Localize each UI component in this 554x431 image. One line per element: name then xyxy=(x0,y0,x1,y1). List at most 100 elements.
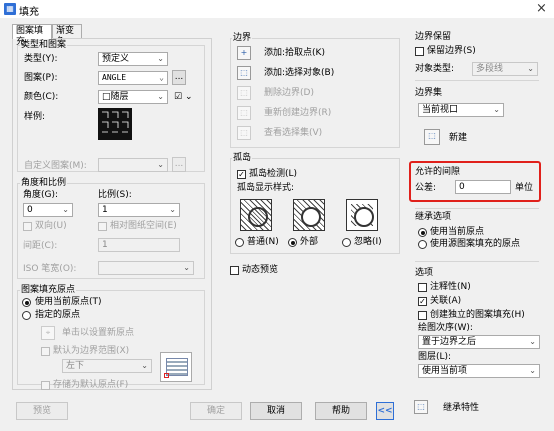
angle-select[interactable]: 0 ⌄ xyxy=(23,203,73,217)
outer-style-radio[interactable] xyxy=(288,238,297,247)
associative-label: 关联(A) xyxy=(430,296,462,306)
islands-label: 孤岛 xyxy=(232,153,253,163)
relative-paperspace-label: 相对图纸空间(E) xyxy=(110,221,177,231)
island-style-label: 孤岛显示样式: xyxy=(237,183,295,193)
store-default-origin-checkbox[interactable] xyxy=(41,381,50,390)
draw-order-label: 绘图次序(W): xyxy=(418,323,473,333)
collapse-button[interactable]: << xyxy=(376,402,394,420)
close-icon[interactable]: × xyxy=(536,1,547,16)
tab-hatch[interactable]: 图案填充 xyxy=(12,24,52,47)
store-default-origin-label: 存储为默认原点(F) xyxy=(53,380,129,390)
pattern-label: 图案(P): xyxy=(24,73,58,83)
scale-select[interactable]: 1 ⌄ xyxy=(98,203,180,217)
inherit-properties-icon[interactable]: ⬚ xyxy=(414,400,428,414)
recreate-boundary-icon[interactable]: ⬚ xyxy=(237,106,251,120)
angle-label: 角度(G): xyxy=(23,190,59,200)
hatch-app-icon: ▦ xyxy=(4,3,16,15)
iso-pen-width-label: ISO 笔宽(O): xyxy=(23,264,77,274)
normal-style-icon[interactable] xyxy=(240,199,272,231)
layer-select[interactable]: 使用当前项 ⌄ xyxy=(418,364,540,378)
chevron-down-icon: ⌄ xyxy=(529,337,536,346)
view-selection-button[interactable]: 查看选择集(V) xyxy=(264,128,322,139)
chevron-down-icon: ⌄ xyxy=(169,205,176,214)
dynamic-preview-label: 动态预览 xyxy=(242,265,279,275)
separate-hatches-checkbox[interactable] xyxy=(418,311,427,320)
layer-label: 图层(L): xyxy=(418,352,452,362)
ignore-style-icon[interactable] xyxy=(346,199,378,231)
separate-hatches-label: 创建独立的图案填充(H) xyxy=(430,310,525,320)
inherit-current-origin-radio[interactable] xyxy=(418,228,427,237)
dynamic-preview-checkbox[interactable] xyxy=(230,266,239,275)
tab-gradient[interactable]: 渐变色 xyxy=(52,24,82,47)
options-label: 选项 xyxy=(415,268,434,278)
add-pick-points-button[interactable]: 添加:拾取点(K) xyxy=(264,48,325,59)
select-objects-icon[interactable]: ⬚ xyxy=(237,66,251,80)
use-current-origin-label: 使用当前原点(T) xyxy=(35,297,102,307)
type-select[interactable]: 预定义 ⌄ xyxy=(98,52,168,66)
new-boundary-set-button[interactable]: 新建 xyxy=(449,133,467,144)
annotative-label: 注释性(N) xyxy=(430,282,471,292)
island-detect-label: 孤岛检测(L) xyxy=(249,169,298,179)
chevron-down-icon: ⌄ xyxy=(527,64,534,73)
outer-style-icon[interactable] xyxy=(293,199,325,231)
normal-style-label: 普通(N) xyxy=(247,237,279,247)
tolerance-label: 公差: xyxy=(415,183,437,193)
boundary-set-select[interactable]: 当前视口 ⌄ xyxy=(418,103,504,117)
type-pattern-label: 类型和图案 xyxy=(20,40,68,50)
use-current-origin-radio[interactable] xyxy=(22,298,31,307)
origin-preview-icon xyxy=(160,352,192,382)
draw-order-select[interactable]: 置于边界之后 ⌄ xyxy=(418,335,540,349)
object-type-select[interactable]: 多段线 ⌄ xyxy=(472,62,538,76)
new-boundary-set-icon[interactable]: ⬚ xyxy=(424,129,440,145)
pattern-browse-button[interactable]: ... xyxy=(172,70,186,85)
inherit-source-origin-label: 使用源图案填充的原点 xyxy=(430,239,521,249)
associative-checkbox[interactable]: ✓ xyxy=(418,297,427,306)
set-origin-icon[interactable]: ⌖ xyxy=(41,326,55,340)
color-select[interactable]: □随层 ⌄ xyxy=(98,90,168,104)
recreate-boundary-button[interactable]: 重新创建边界(R) xyxy=(264,108,331,119)
custom-pattern-select[interactable]: ⌄ xyxy=(98,158,168,172)
help-button[interactable]: 帮助 xyxy=(315,402,367,420)
boundaries-label: 边界 xyxy=(232,33,253,43)
custom-pattern-browse-button[interactable]: ... xyxy=(172,157,186,172)
pattern-select[interactable]: ANGLE ⌄ xyxy=(98,71,168,85)
default-extent-label: 默认为边界范围(X) xyxy=(53,346,130,356)
specified-origin-radio[interactable] xyxy=(22,311,31,320)
extent-select[interactable]: 左下 ⌄ xyxy=(62,359,152,373)
cancel-button[interactable]: 取消 xyxy=(250,402,302,420)
title-bar xyxy=(0,0,554,18)
allowed-gap-label: 允许的间隙 xyxy=(415,167,461,177)
bg-color-select[interactable]: ☑ ⌄ xyxy=(174,92,192,103)
ignore-style-radio[interactable] xyxy=(342,238,351,247)
divider xyxy=(415,80,539,81)
default-extent-checkbox[interactable] xyxy=(41,347,50,356)
angle-pattern-icon xyxy=(102,111,129,133)
boundary-set-label: 边界集 xyxy=(415,88,443,98)
spacing-label: 间距(C): xyxy=(23,241,58,251)
pattern-sample-swatch[interactable] xyxy=(98,108,132,140)
ok-button[interactable]: 确定 xyxy=(190,402,242,420)
remove-boundary-button[interactable]: 删除边界(D) xyxy=(264,88,314,99)
specified-origin-label: 指定的原点 xyxy=(35,310,81,320)
remove-boundary-icon[interactable]: ⬚ xyxy=(237,86,251,100)
tolerance-input[interactable]: 0 xyxy=(455,180,511,194)
inherit-properties-button[interactable]: 继承特性 xyxy=(443,403,479,414)
spacing-input[interactable]: 1 xyxy=(98,238,180,252)
pick-points-icon[interactable]: + xyxy=(237,46,251,60)
inherit-source-origin-radio[interactable] xyxy=(418,240,427,249)
normal-style-radio[interactable] xyxy=(235,238,244,247)
double-checkbox[interactable] xyxy=(23,222,32,231)
relative-paperspace-checkbox[interactable] xyxy=(98,222,107,231)
iso-pen-width-select[interactable]: ⌄ xyxy=(98,261,194,275)
chevron-down-icon: ⌄ xyxy=(159,73,164,82)
scale-label: 比例(S): xyxy=(98,190,132,200)
preview-button[interactable]: 预览 xyxy=(16,402,68,420)
view-selection-icon[interactable]: ⬚ xyxy=(237,126,251,140)
ignore-style-label: 忽略(I) xyxy=(354,237,382,247)
add-select-objects-button[interactable]: 添加:选择对象(B) xyxy=(264,68,334,79)
annotative-checkbox[interactable] xyxy=(418,283,427,292)
chevron-down-icon: ⌄ xyxy=(141,361,148,370)
keep-boundary-checkbox[interactable] xyxy=(415,47,424,56)
chevron-down-icon: ⌄ xyxy=(157,54,164,63)
island-detect-checkbox[interactable]: ✓ xyxy=(237,170,246,179)
